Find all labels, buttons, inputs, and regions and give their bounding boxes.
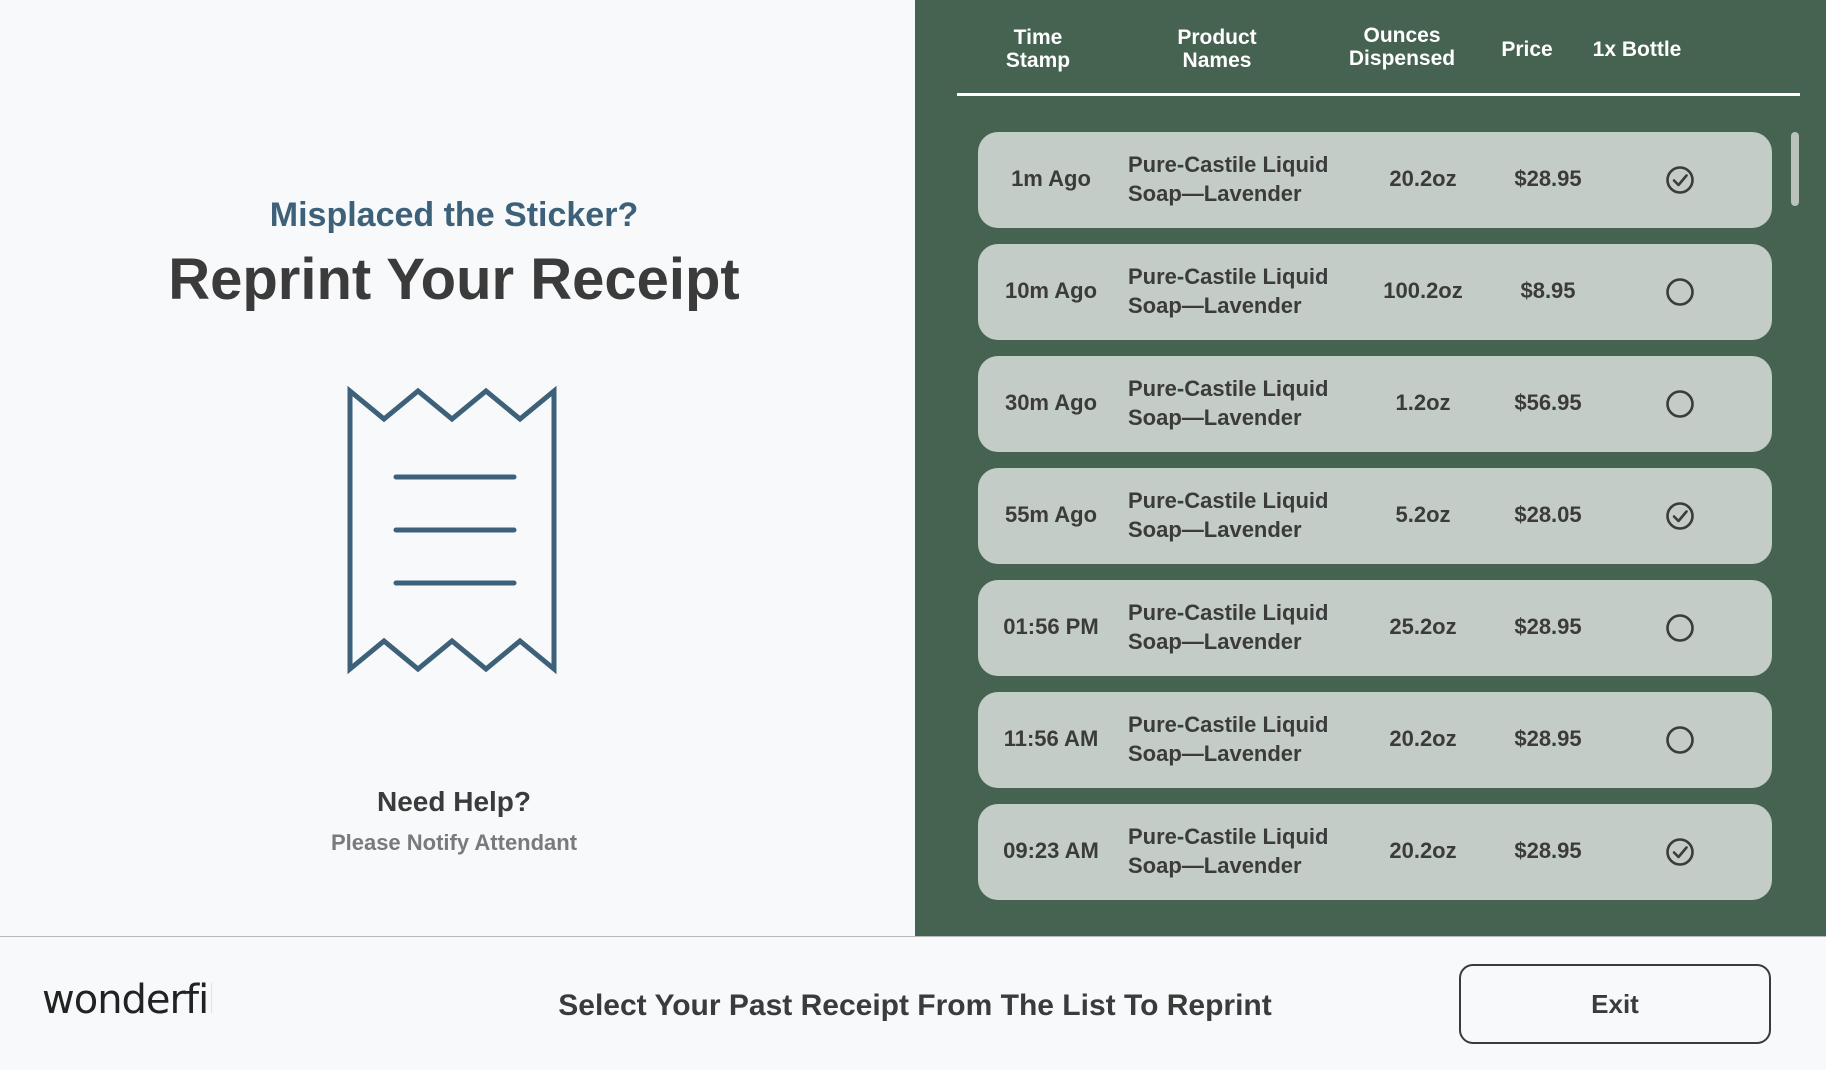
row-product-line1: Pure-Castile Liquid bbox=[1128, 600, 1329, 625]
receipt-list-panel: Time Stamp Product Names Ounces Dispense… bbox=[915, 0, 1826, 936]
row-ounces: 20.2oz bbox=[1389, 838, 1457, 863]
row-time: 55m Ago bbox=[1004, 502, 1098, 527]
row-product-line2: Soap—Lavender bbox=[1128, 517, 1302, 542]
empty-circle-icon[interactable] bbox=[1665, 613, 1695, 643]
row-product-line2: Soap—Lavender bbox=[1128, 181, 1302, 206]
header-time-line1: Time bbox=[1013, 26, 1063, 49]
row-product: Pure-Castile Liquid Soap—Lavender bbox=[1128, 598, 1348, 656]
row-product: Pure-Castile Liquid Soap—Lavender bbox=[1128, 374, 1348, 432]
subtitle: Misplaced the Sticker? bbox=[269, 196, 639, 234]
empty-circle-icon[interactable] bbox=[1665, 389, 1695, 419]
row-price: $28.95 bbox=[1514, 726, 1582, 751]
row-price: $56.95 bbox=[1514, 390, 1582, 415]
page-title: Reprint Your Receipt bbox=[168, 247, 740, 312]
row-time: 1m Ago bbox=[1011, 166, 1091, 191]
table-row[interactable]: 10m Ago Pure-Castile Liquid Soap—Lavende… bbox=[978, 244, 1772, 340]
row-ounces: 20.2oz bbox=[1389, 166, 1457, 191]
header-ounces-line2: Dispensed bbox=[1348, 47, 1456, 70]
row-ounces: 100.2oz bbox=[1383, 278, 1463, 303]
row-price: $28.95 bbox=[1514, 838, 1582, 863]
row-time: 30m Ago bbox=[1004, 390, 1098, 415]
check-circle-icon[interactable] bbox=[1665, 501, 1695, 531]
table-row[interactable]: 09:23 AM Pure-Castile Liquid Soap—Lavend… bbox=[978, 804, 1772, 900]
logo-wordmark: wonderfil bbox=[42, 977, 219, 1023]
row-product-line2: Soap—Lavender bbox=[1128, 853, 1302, 878]
empty-circle-icon[interactable] bbox=[1665, 277, 1695, 307]
left-panel: Misplaced the Sticker? Reprint Your Rece… bbox=[0, 0, 915, 936]
table-header: Time Stamp Product Names Ounces Dispense… bbox=[957, 18, 1800, 96]
header-ounces-dispensed: Ounces Dispensed bbox=[1327, 24, 1477, 70]
header-product-names: Product Names bbox=[1157, 26, 1277, 72]
row-price: $28.95 bbox=[1514, 614, 1582, 639]
scrollbar[interactable] bbox=[1791, 132, 1799, 206]
svg-text:wonderfil: wonderfil bbox=[42, 977, 212, 1023]
row-ounces: 1.2oz bbox=[1395, 390, 1451, 415]
row-product-line1: Pure-Castile Liquid bbox=[1128, 824, 1329, 849]
row-product-line1: Pure-Castile Liquid bbox=[1128, 264, 1329, 289]
row-product: Pure-Castile Liquid Soap—Lavender bbox=[1128, 486, 1348, 544]
table-row[interactable]: 1m Ago Pure-Castile Liquid Soap—Lavender… bbox=[978, 132, 1772, 228]
row-price: $28.05 bbox=[1514, 502, 1582, 527]
header-time-stamp: Time Stamp bbox=[993, 26, 1083, 72]
row-product-line1: Pure-Castile Liquid bbox=[1128, 488, 1329, 513]
row-price: $28.95 bbox=[1514, 166, 1582, 191]
footer-bar: wonderfil Select Your Past Receipt From … bbox=[0, 936, 1826, 1070]
header-ounces-line1: Ounces bbox=[1363, 24, 1441, 47]
row-product-line2: Soap—Lavender bbox=[1128, 629, 1302, 654]
row-ounces: 20.2oz bbox=[1389, 726, 1457, 751]
table-row[interactable]: 11:56 AM Pure-Castile Liquid Soap—Lavend… bbox=[978, 692, 1772, 788]
exit-button[interactable]: Exit bbox=[1459, 964, 1771, 1044]
row-product-line2: Soap—Lavender bbox=[1128, 741, 1302, 766]
header-product-line2: Names bbox=[1182, 49, 1252, 72]
row-time: 11:56 AM bbox=[1003, 726, 1099, 751]
check-circle-icon[interactable] bbox=[1665, 837, 1695, 867]
header-price: Price bbox=[1501, 38, 1553, 61]
row-product: Pure-Castile Liquid Soap—Lavender bbox=[1128, 262, 1348, 320]
table-row[interactable]: 55m Ago Pure-Castile Liquid Soap—Lavende… bbox=[978, 468, 1772, 564]
row-ounces: 5.2oz bbox=[1395, 502, 1451, 527]
wonderfil-logo: wonderfil bbox=[42, 975, 219, 1036]
row-time: 10m Ago bbox=[1004, 278, 1098, 303]
row-product: Pure-Castile Liquid Soap—Lavender bbox=[1128, 822, 1348, 880]
check-circle-icon[interactable] bbox=[1665, 165, 1695, 195]
empty-circle-icon[interactable] bbox=[1665, 725, 1695, 755]
help-subtitle: Please Notify Attendant bbox=[330, 830, 578, 855]
table-row[interactable]: 01:56 PM Pure-Castile Liquid Soap—Lavend… bbox=[978, 580, 1772, 676]
row-product: Pure-Castile Liquid Soap—Lavender bbox=[1128, 150, 1348, 208]
header-time-line2: Stamp bbox=[1005, 49, 1071, 72]
row-time: 09:23 AM bbox=[1003, 838, 1099, 863]
row-ounces: 25.2oz bbox=[1389, 614, 1457, 639]
header-bottle: 1x Bottle bbox=[1592, 38, 1682, 61]
row-product-line2: Soap—Lavender bbox=[1128, 405, 1302, 430]
row-product: Pure-Castile Liquid Soap—Lavender bbox=[1128, 710, 1348, 768]
receipt-icon bbox=[347, 385, 557, 675]
row-product-line1: Pure-Castile Liquid bbox=[1128, 152, 1329, 177]
receipt-list: 1m Ago Pure-Castile Liquid Soap—Lavender… bbox=[978, 132, 1772, 916]
row-product-line1: Pure-Castile Liquid bbox=[1128, 712, 1329, 737]
table-row[interactable]: 30m Ago Pure-Castile Liquid Soap—Lavende… bbox=[978, 356, 1772, 452]
row-price: $8.95 bbox=[1520, 278, 1576, 303]
row-product-line1: Pure-Castile Liquid bbox=[1128, 376, 1329, 401]
instruction-text: Select Your Past Receipt From The List T… bbox=[558, 989, 1272, 1022]
header-product-line1: Product bbox=[1177, 26, 1257, 49]
row-time: 01:56 PM bbox=[1003, 614, 1099, 639]
row-product-line2: Soap—Lavender bbox=[1128, 293, 1302, 318]
help-title: Need Help? bbox=[376, 786, 532, 817]
